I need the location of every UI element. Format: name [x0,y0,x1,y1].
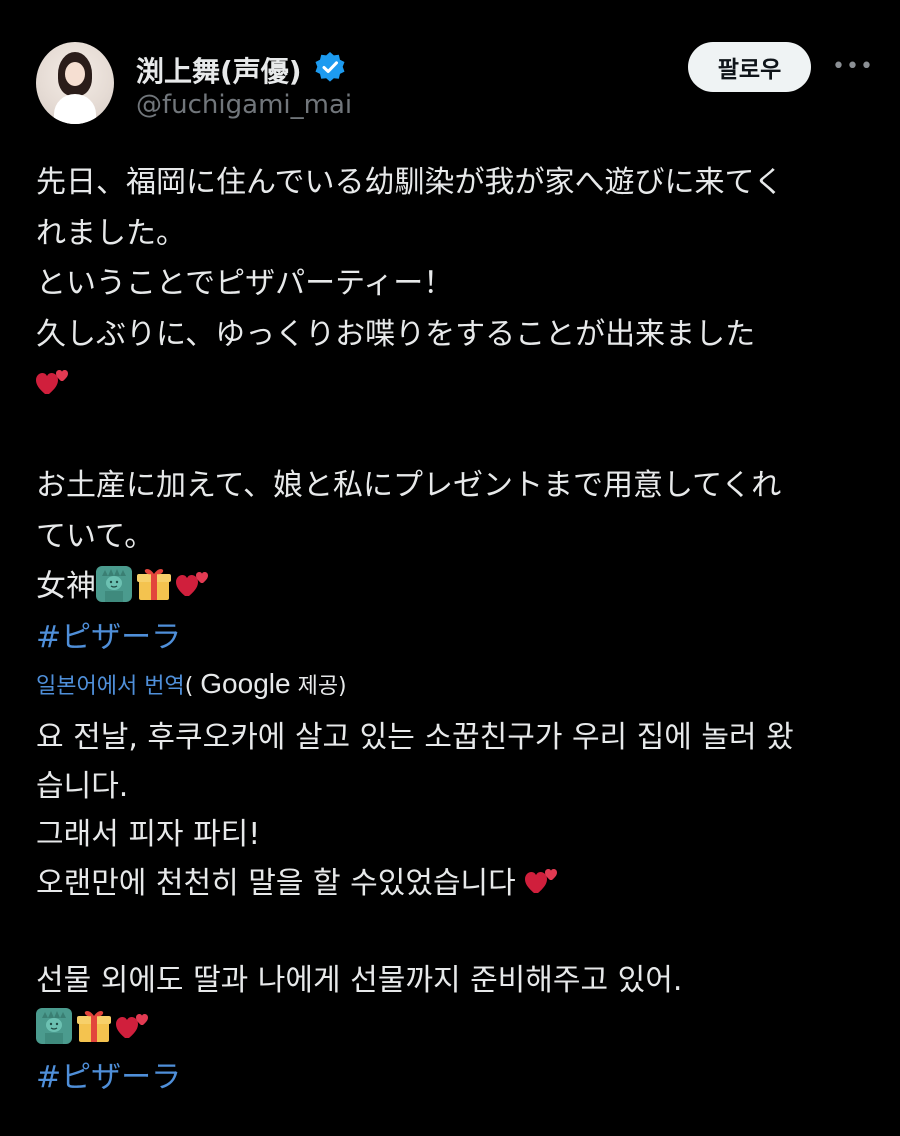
tweet-text: 先日、福岡に住んでいる幼馴染が我が家へ遊びに来てく れました。 ということでピザ… [36,158,866,663]
two-hearts-emoji [176,566,212,602]
tweet-line: れました。 [36,215,186,251]
hashtag-link[interactable]: #ピザーラ [36,613,866,664]
tweet-line: 先日、福岡に住んでいる幼馴染が我が家へ遊びに来てく [36,165,784,200]
google-provider: Google [200,668,291,699]
avatar-face [65,62,85,86]
tweet-line: 久しぶりに、ゆっくりお喋りをすることが出来ました [36,316,756,352]
translation-line: 습니다. [36,768,129,804]
translation-line-with-emoji: 오랜만에 천천히 말을 할 수있었습니다 [36,860,866,909]
avatar[interactable] [36,42,114,124]
display-name[interactable]: 渕上舞(声優) [136,50,302,90]
tweet-line: ということでピザパーティー！ [36,266,454,301]
hashtag-link[interactable]: #ピザーラ [36,1054,866,1103]
translation-line: 요 전날, 후쿠오카에 살고 있는 소꿉친구가 우리 집에 놀러 왔 [36,720,794,755]
user-handle[interactable]: @fuchigami_mai [136,90,352,120]
follow-button[interactable]: 팔로우 [688,42,811,92]
translation-notice: 일본어에서 번역( Google 제공) [36,664,347,707]
statue-of-liberty-emoji [96,566,132,602]
wrapped-gift-emoji [76,1008,112,1044]
translation-emoji-line [36,1005,866,1054]
two-hearts-emoji [36,364,72,400]
tweet-emoji-line [36,360,866,411]
verified-badge-icon [315,52,345,82]
avatar-body [54,94,96,124]
wrapped-gift-emoji [136,566,172,602]
tweet-goddess-line: 女神 [36,562,866,613]
tweet-line: ていて。 [36,518,155,554]
paren-open: ( [184,674,194,699]
translation-line: 선물 외에도 딸과 나에게 선물까지 준비해주고 있어. [36,962,683,998]
translation-line: 그래서 피자 파티! [36,817,261,852]
more-horizontal-icon[interactable]: ••• [832,56,873,78]
translation-line-text: 오랜만에 천천히 말을 할 수있었습니다 [36,865,516,901]
translated-text: 요 전날, 후쿠오카에 살고 있는 소꿉친구가 우리 집에 놀러 왔 습니다. … [36,714,866,1102]
provided-label: 제공) [297,674,347,699]
translated-from-link[interactable]: 일본어에서 번역 [36,674,185,699]
statue-of-liberty-emoji [36,1008,72,1044]
goddess-text: 女神 [36,569,96,604]
tweet-header: 渕上舞(声優) @fuchigami_mai 팔로우 ••• [36,42,873,132]
tweet-line: お土産に加えて、娘と私にプレゼントまで用意してくれ [36,468,782,503]
two-hearts-emoji [116,1008,152,1044]
two-hearts-emoji [525,863,561,899]
